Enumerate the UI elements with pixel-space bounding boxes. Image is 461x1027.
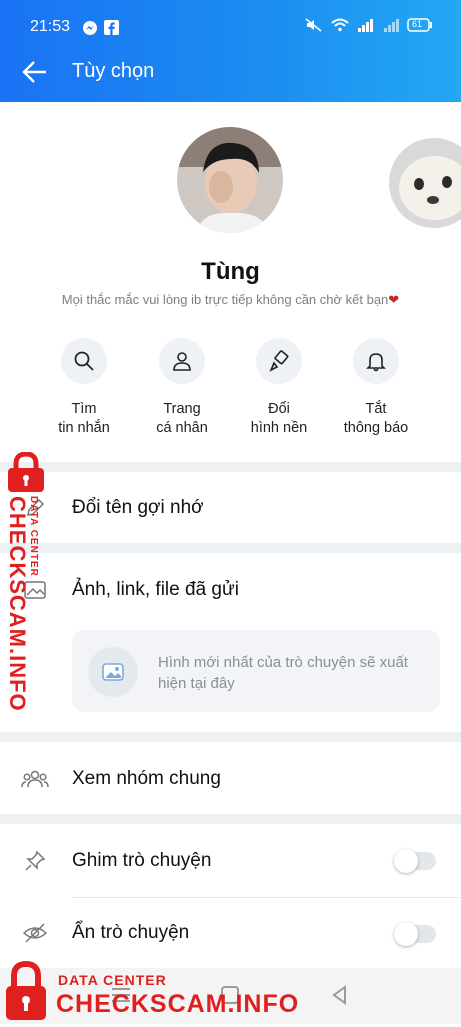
arrow-left-icon	[22, 61, 46, 83]
section-divider	[0, 462, 461, 472]
pin-chat-option[interactable]: Ghim trò chuyện	[72, 850, 211, 872]
eye-off-icon	[20, 918, 50, 948]
profile-page-label: Trang cá nhân	[156, 401, 208, 436]
battery-icon: 61	[407, 18, 433, 35]
media-placeholder-text: Hình mới nhất của trò chuyện sẽ xuất hiệ…	[158, 654, 408, 692]
mute-icon	[305, 18, 323, 35]
vertical-watermark-text: CHECKSCAM.INFO	[5, 496, 30, 712]
person-icon	[159, 338, 205, 384]
hide-chat-option[interactable]: Ẩn trò chuyện	[72, 922, 189, 944]
section-divider	[0, 543, 461, 553]
hide-chat-toggle[interactable]	[394, 922, 436, 946]
profile-status-text: Mọi thắc mắc vui lòng ib trực tiếp không…	[61, 292, 389, 307]
status-icons: 61	[305, 18, 433, 35]
vertical-watermark-subtext: DATA CENTER	[28, 496, 39, 577]
shared-media-option[interactable]: Ảnh, link, file đã gửi	[72, 579, 239, 601]
profile-name: Tùng	[201, 258, 260, 285]
battery-level: 61	[412, 19, 423, 29]
lock-watermark-icon	[4, 451, 48, 497]
bottom-watermark-subtext: DATA CENTER	[58, 972, 167, 988]
section-divider	[0, 814, 461, 824]
search-messages-label: Tìm tin nhắn	[58, 401, 110, 436]
paintbrush-icon	[256, 338, 302, 384]
mute-notifications-label: Tắt thông báo	[343, 401, 409, 436]
change-wallpaper-label: Đổi hình nền	[250, 401, 308, 436]
signal-icon-2	[383, 18, 399, 35]
wifi-icon	[331, 18, 349, 35]
pin-chat-toggle[interactable]	[394, 849, 436, 873]
photo-placeholder-icon	[88, 647, 138, 697]
signal-icon	[357, 18, 375, 35]
profile-status: Mọi thắc mắc vui lòng ib trực tiếp không…	[0, 292, 461, 308]
heart-emoji: ❤	[388, 292, 400, 307]
search-icon	[61, 338, 107, 384]
back-button[interactable]	[20, 58, 50, 86]
row-divider	[72, 897, 461, 898]
bell-icon	[353, 338, 399, 384]
rename-option[interactable]: Đổi tên gợi nhớ	[72, 497, 204, 519]
page-title: Tùy chọn	[72, 60, 155, 82]
section-divider	[0, 732, 461, 742]
lock-watermark-icon-bottom	[3, 960, 49, 1027]
profile-page-action[interactable]: Trang cá nhân	[132, 338, 232, 438]
status-time: 21:53	[30, 18, 71, 35]
change-wallpaper-action[interactable]: Đổi hình nền	[229, 338, 329, 438]
facebook-icon	[104, 20, 119, 40]
partner-avatar[interactable]	[389, 138, 461, 228]
search-messages-action[interactable]: Tìm tin nhắn	[34, 338, 134, 438]
messenger-icon	[82, 20, 98, 41]
pin-icon	[20, 846, 50, 876]
app-header	[0, 0, 461, 102]
bottom-watermark-text: CHECKSCAM.INFO	[56, 990, 300, 1018]
back-nav-icon[interactable]	[330, 985, 350, 1010]
mute-notifications-action[interactable]: Tắt thông báo	[326, 338, 426, 438]
group-icon	[20, 764, 50, 794]
common-groups-option[interactable]: Xem nhóm chung	[72, 768, 221, 790]
avatar[interactable]	[177, 127, 283, 233]
